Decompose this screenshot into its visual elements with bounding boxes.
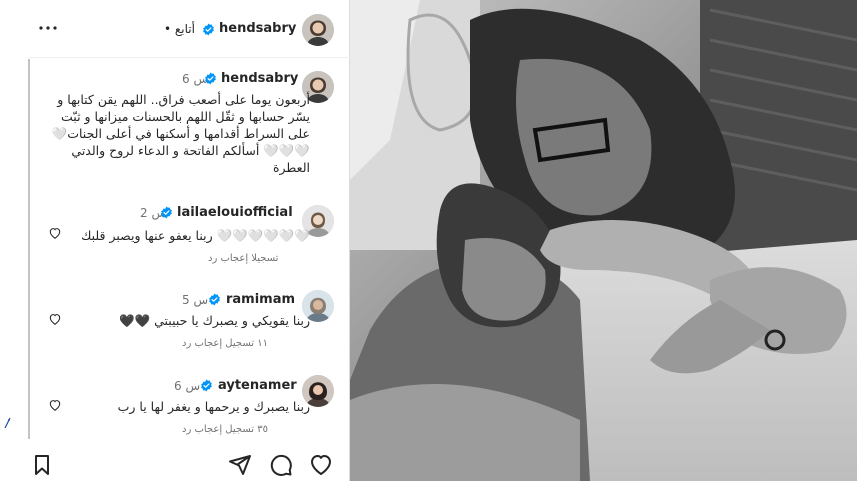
comment-meta[interactable]: تسجيلا إعجاب رد <box>208 253 278 264</box>
edge-mark-icon <box>4 417 11 429</box>
comment-text: ربنا يقويكي و يصبرك يا حبيبتي 🖤🖤 <box>119 313 310 328</box>
comment-icon[interactable] <box>269 453 293 477</box>
bookmark-icon[interactable] <box>30 453 54 477</box>
caption-username[interactable]: hendsabry <box>221 71 298 86</box>
comment-username[interactable]: ramimam <box>226 292 295 307</box>
comment-username[interactable]: aytenamer <box>218 378 297 393</box>
verified-badge-icon <box>209 293 220 306</box>
caption-text: أربعون يوما على أصعب فراق.. اللهم يقن كت… <box>51 92 310 175</box>
post-header: • أتابع hendsabry <box>28 0 350 58</box>
left-edge <box>0 0 28 481</box>
follow-button[interactable]: • أتابع <box>164 22 195 36</box>
post-author-avatar[interactable] <box>302 14 334 46</box>
post-author-username[interactable]: hendsabry <box>219 21 296 36</box>
comment-time: 5 س <box>182 293 209 307</box>
post-action-bar <box>28 447 350 481</box>
comments-panel: • أتابع hendsabry 6 س hendsabry أربعون ي… <box>28 0 350 481</box>
comment-meta[interactable]: ١١ تسجيل إعجاب رد <box>182 338 268 349</box>
comment-time: 6 س <box>174 379 201 393</box>
send-icon[interactable] <box>228 453 252 477</box>
comment-username[interactable]: lailaelouiofficial <box>177 205 293 220</box>
verified-badge-icon <box>161 206 172 219</box>
more-horizontal-icon[interactable] <box>38 25 58 31</box>
comment-meta[interactable]: ٣٥ تسجيل إعجاب رد <box>182 424 268 435</box>
scroll-indicator <box>28 59 30 439</box>
comment-text: 🤍🤍🤍🤍🤍🤍 ربنا يعفو عنها ويصبر قلبك <box>81 228 310 243</box>
post-photo <box>350 0 857 481</box>
comments-list[interactable]: 6 س hendsabry أربعون يوما على أصعب فراق.… <box>28 59 350 439</box>
post-photo-illustration <box>350 0 857 481</box>
comment-text: ربنا يصبرك و يرحمها و يغفر لها يا رب <box>117 399 310 414</box>
verified-badge-icon <box>201 379 212 392</box>
heart-icon[interactable] <box>309 453 333 477</box>
verified-badge-icon <box>203 23 214 36</box>
verified-badge-icon <box>205 72 216 85</box>
